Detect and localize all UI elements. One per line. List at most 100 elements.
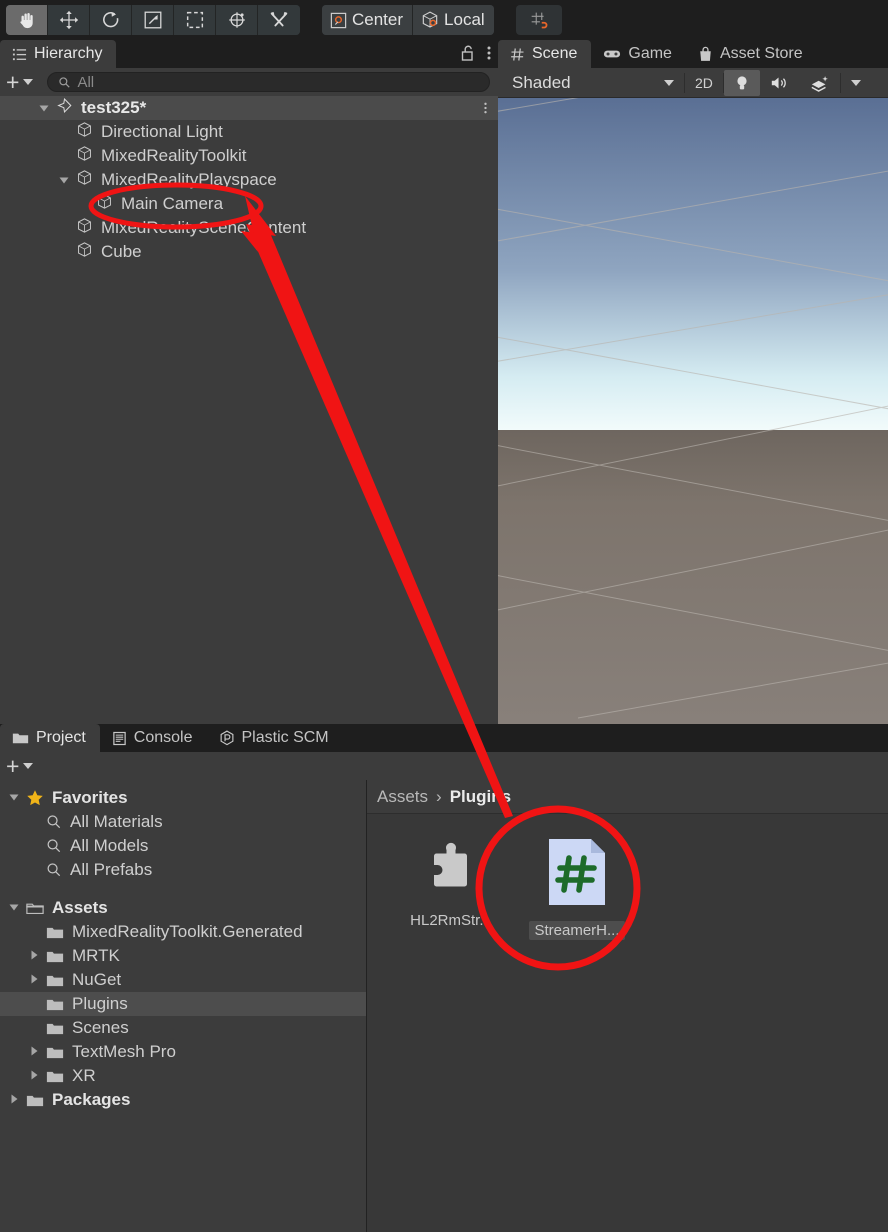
scene-viewport[interactable] xyxy=(498,98,888,724)
item-twisty[interactable] xyxy=(27,949,41,964)
project-tree-item-textmesh-pro[interactable]: TextMesh Pro xyxy=(0,1040,366,1064)
item-icon-wrap xyxy=(26,789,44,807)
project-body: Favorites All Materials All Models All Pref… xyxy=(0,780,888,1232)
project-tree-item-all-materials[interactable]: All Materials xyxy=(0,810,366,834)
project-tree-item-xr[interactable]: XR xyxy=(0,1064,366,1088)
breadcrumb: Assets › Plugins xyxy=(367,780,888,814)
twisty-closed-icon[interactable] xyxy=(28,949,40,961)
create-object-dropdown-icon[interactable] xyxy=(23,79,34,85)
twisty-closed-icon[interactable] xyxy=(28,1069,40,1081)
item-twisty[interactable] xyxy=(27,1045,41,1060)
move-arrows-icon xyxy=(59,10,78,30)
tab-asset-store[interactable]: Asset Store xyxy=(686,40,817,68)
project-tabbar: Project Console Plastic SCM xyxy=(0,724,888,752)
draw-mode-dropdown[interactable]: Shaded xyxy=(502,70,682,96)
project-tree-item-assets[interactable]: Assets xyxy=(0,896,366,920)
project-panel: Project Console Plastic SCM + Favorites All… xyxy=(0,724,888,1232)
folder-icon xyxy=(46,1071,64,1082)
rect-tool-button[interactable] xyxy=(174,5,216,35)
rotate-tool-button[interactable] xyxy=(90,5,132,35)
main-toolbar: Center Local xyxy=(0,0,888,40)
transform-tool-button[interactable] xyxy=(216,5,258,35)
breadcrumb-current[interactable]: Plugins xyxy=(450,787,511,807)
project-folder-tree: Favorites All Materials All Models All Pref… xyxy=(0,780,366,1232)
unity-editor-window: Center Local Hierarchy + All test325* Di… xyxy=(0,0,888,1232)
project-tree-item-all-prefabs[interactable]: All Prefabs xyxy=(0,858,366,882)
item-twisty[interactable] xyxy=(7,791,21,806)
item-icon-wrap xyxy=(76,169,93,191)
toggle-audio-button[interactable] xyxy=(760,70,800,96)
item-twisty[interactable] xyxy=(7,1093,21,1108)
toggle-effects-button[interactable] xyxy=(800,70,840,96)
kebab-menu-icon[interactable] xyxy=(486,44,492,62)
plastic-scm-icon xyxy=(220,730,233,746)
scene-twisty[interactable] xyxy=(36,102,52,114)
tab-console[interactable]: Console xyxy=(100,724,207,752)
breadcrumb-root[interactable]: Assets xyxy=(377,787,428,807)
pivot-mode-button[interactable]: Center xyxy=(322,5,414,35)
twisty-closed-icon[interactable] xyxy=(28,1045,40,1057)
hierarchy-item-mixedrealityscenecontent[interactable]: MixedRealitySceneContent xyxy=(0,216,498,240)
hierarchy-item-mixedrealityplayspace[interactable]: MixedRealityPlayspace xyxy=(0,168,498,192)
twisty-open-icon[interactable] xyxy=(8,901,20,913)
tab-plastic-scm[interactable]: Plastic SCM xyxy=(207,724,343,752)
project-tree-label: Plugins xyxy=(72,994,128,1013)
asset-item[interactable]: StreamerH... xyxy=(529,836,625,940)
tab-label: Project xyxy=(36,729,86,746)
scale-tool-button[interactable] xyxy=(132,5,174,35)
handle-rotation-button[interactable]: Local xyxy=(413,5,494,35)
item-twisty[interactable] xyxy=(56,174,72,186)
project-tree-item-nuget[interactable]: NuGet xyxy=(0,968,366,992)
tab-game[interactable]: Game xyxy=(591,40,686,68)
item-twisty[interactable] xyxy=(27,973,41,988)
project-tree-item-favorites[interactable]: Favorites xyxy=(0,786,366,810)
hierarchy-search-field[interactable]: All xyxy=(47,72,490,92)
hierarchy-item-mixedrealitytoolkit[interactable]: MixedRealityToolkit xyxy=(0,144,498,168)
effects-dropdown-button[interactable] xyxy=(841,70,871,96)
item-icon-wrap xyxy=(46,838,62,854)
hierarchy-item-cube[interactable]: Cube xyxy=(0,240,498,264)
rect-transform-icon xyxy=(186,11,203,29)
scale-icon xyxy=(144,11,161,29)
gamepad-icon xyxy=(604,50,621,58)
twisty-closed-icon[interactable] xyxy=(8,1093,20,1105)
twisty-closed-icon[interactable] xyxy=(28,973,40,985)
item-twisty[interactable] xyxy=(27,1069,41,1084)
hierarchy-item-directional-light[interactable]: Directional Light xyxy=(0,120,498,144)
move-tool-button[interactable] xyxy=(48,5,90,35)
create-object-button[interactable]: + xyxy=(6,70,19,94)
twisty-open-icon[interactable] xyxy=(38,102,50,114)
project-tree-item-scenes[interactable]: Scenes xyxy=(0,1016,366,1040)
item-twisty[interactable] xyxy=(7,901,21,916)
scene-kebab-menu-icon[interactable] xyxy=(483,100,488,121)
project-tree-label: All Prefabs xyxy=(70,860,153,879)
grid-snapping-button[interactable] xyxy=(515,5,562,35)
unity-scene-icon xyxy=(57,97,72,114)
hierarchy-item-label: Cube xyxy=(101,242,142,261)
toggle-2d-button[interactable]: 2D xyxy=(685,70,723,96)
twisty-open-icon[interactable] xyxy=(58,174,70,186)
project-tree-item-packages[interactable]: Packages xyxy=(0,1088,366,1112)
create-asset-button[interactable]: + xyxy=(6,754,19,778)
twisty-open-icon[interactable] xyxy=(8,791,20,803)
folder-icon xyxy=(46,1047,64,1058)
hierarchy-search-input[interactable]: All xyxy=(77,74,94,91)
project-tree-item-mixedrealitytoolkit-generated[interactable]: MixedRealityToolkit.Generated xyxy=(0,920,366,944)
tab-hierarchy[interactable]: Hierarchy xyxy=(0,40,117,68)
grid-hash-icon xyxy=(511,47,524,61)
hierarchy-scene-row[interactable]: test325* xyxy=(0,96,498,120)
lock-open-icon[interactable] xyxy=(460,44,476,62)
tab-label: Scene xyxy=(532,45,578,62)
hierarchy-item-main-camera[interactable]: Main Camera xyxy=(0,192,498,216)
hand-tool-button[interactable] xyxy=(6,5,48,35)
project-tree-label: Packages xyxy=(52,1090,131,1109)
create-asset-dropdown-icon[interactable] xyxy=(23,763,34,769)
project-tree-item-mrtk[interactable]: MRTK xyxy=(0,944,366,968)
asset-item[interactable]: HL2RmStr... xyxy=(403,836,499,940)
tab-scene[interactable]: Scene xyxy=(498,40,592,68)
custom-tool-button[interactable] xyxy=(258,5,300,35)
toggle-lighting-button[interactable] xyxy=(723,69,760,96)
project-tree-item-all-models[interactable]: All Models xyxy=(0,834,366,858)
project-tree-item-plugins[interactable]: Plugins xyxy=(0,992,366,1016)
tab-project[interactable]: Project xyxy=(0,724,100,752)
